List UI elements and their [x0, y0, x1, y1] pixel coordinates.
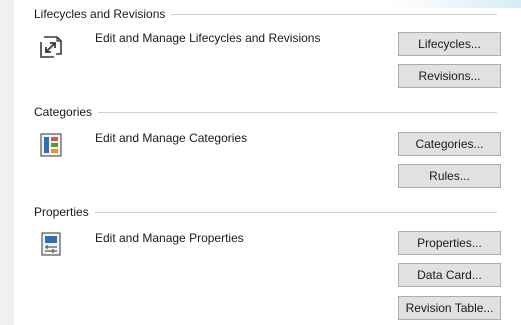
- lifecycles-description: Edit and Manage Lifecycles and Revisions: [95, 31, 321, 45]
- group-divider: [98, 111, 497, 113]
- group-divider: [171, 13, 497, 15]
- categories-group-title: Categories: [34, 105, 93, 119]
- revisions-button[interactable]: Revisions...: [398, 64, 501, 88]
- categories-button[interactable]: Categories...: [398, 132, 501, 156]
- categories-group-header: Categories: [34, 104, 497, 120]
- categories-icon: [38, 132, 64, 158]
- lifecycles-button[interactable]: Lifecycles...: [398, 32, 501, 56]
- group-divider: [94, 211, 497, 213]
- properties-group-header: Properties: [34, 204, 497, 220]
- lifecycles-group-header: Lifecycles and Revisions: [34, 6, 497, 22]
- properties-icon: [38, 231, 64, 257]
- lifecycles-group-title: Lifecycles and Revisions: [34, 7, 166, 21]
- left-pane-strip: [0, 0, 14, 325]
- properties-description: Edit and Manage Properties: [95, 231, 244, 245]
- properties-button[interactable]: Properties...: [398, 231, 501, 255]
- data-card-button[interactable]: Data Card...: [398, 263, 501, 287]
- lifecycle-arrows-icon: [38, 34, 64, 60]
- categories-description: Edit and Manage Categories: [95, 131, 248, 145]
- revision-table-button[interactable]: Revision Table...: [398, 296, 501, 320]
- properties-group-title: Properties: [34, 205, 89, 219]
- rules-button[interactable]: Rules...: [398, 164, 501, 188]
